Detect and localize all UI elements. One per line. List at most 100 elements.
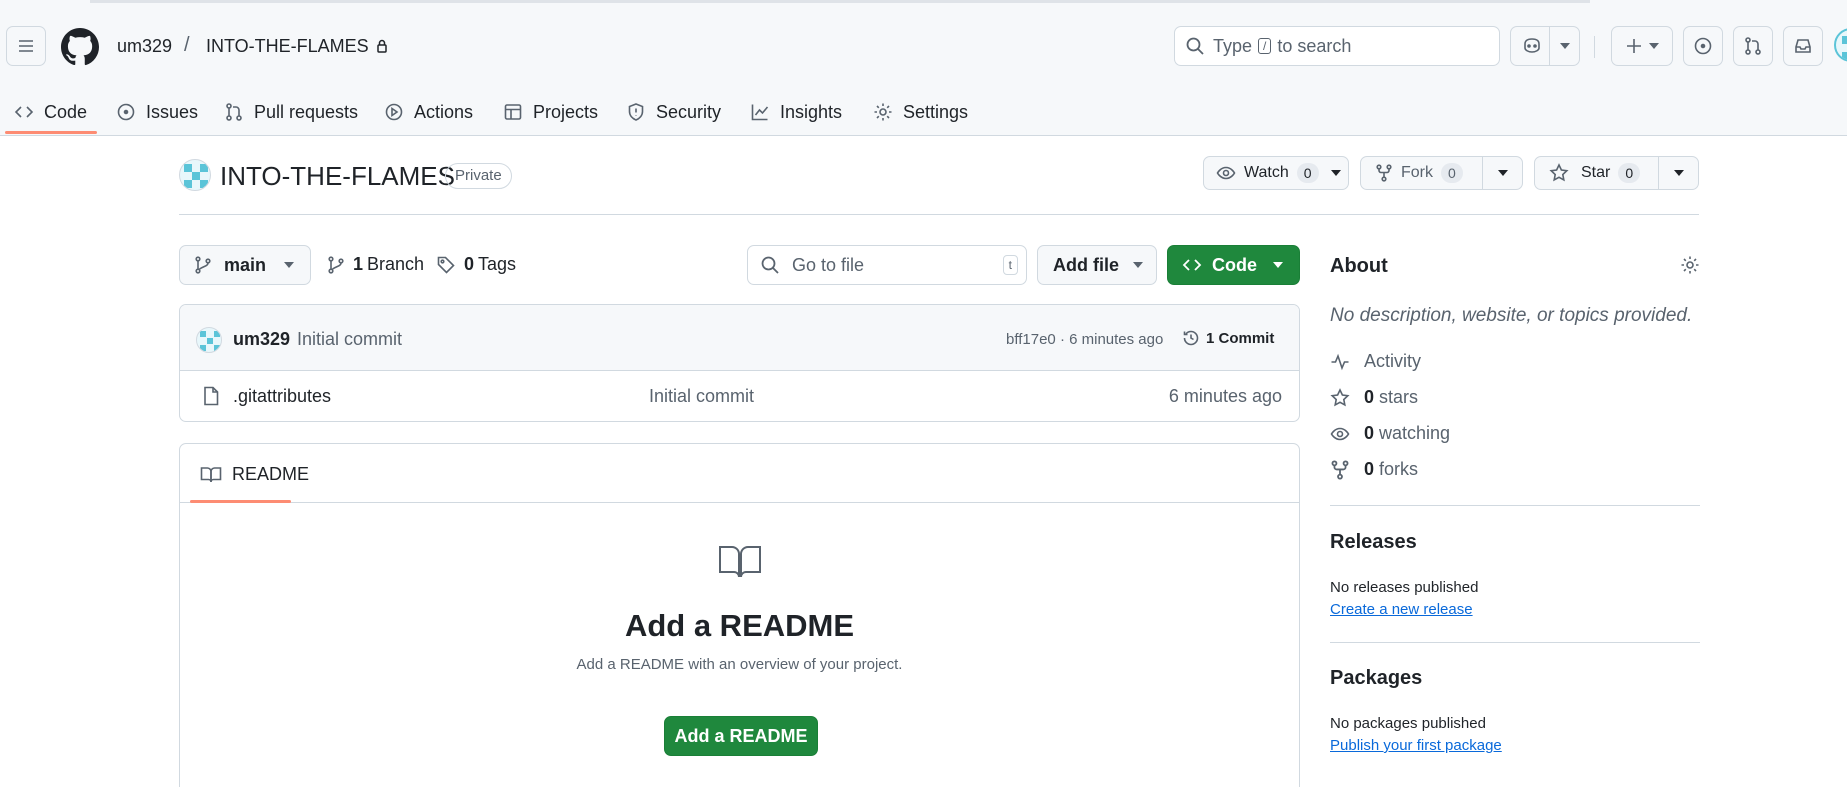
branches-label: Branch xyxy=(367,254,425,274)
github-mark-icon xyxy=(61,28,99,66)
go-to-file-input[interactable]: Go to file t xyxy=(747,245,1027,285)
forks-label: forks xyxy=(1379,459,1419,479)
chevron-down-icon xyxy=(1673,170,1684,176)
user-avatar[interactable] xyxy=(1834,28,1847,62)
code-download-button[interactable]: Code xyxy=(1167,245,1300,285)
star-dropdown-toggle[interactable] xyxy=(1658,157,1698,189)
history-icon xyxy=(1183,330,1199,346)
book-icon xyxy=(719,546,761,578)
breadcrumb-owner[interactable]: um329 xyxy=(117,35,172,57)
issue-icon xyxy=(117,103,135,121)
publish-package-link[interactable]: Publish your first package xyxy=(1330,737,1502,754)
fork-icon xyxy=(1376,164,1392,182)
readme-header: README xyxy=(180,444,1299,503)
tab-security[interactable]: Security xyxy=(626,88,721,136)
commit-author-avatar[interactable] xyxy=(196,327,222,353)
file-name[interactable]: .gitattributes xyxy=(233,386,331,407)
add-readme-button[interactable]: Add a README xyxy=(664,716,818,756)
active-tab-indicator xyxy=(5,131,97,134)
tab-pull-requests[interactable]: Pull requests xyxy=(224,88,358,136)
star-icon xyxy=(1549,163,1569,182)
pull-requests-shortcut-button[interactable] xyxy=(1733,26,1773,66)
commit-message[interactable]: Initial commit xyxy=(297,329,402,350)
eye-icon xyxy=(1216,166,1236,180)
visibility-badge: Private xyxy=(445,163,512,189)
identicon-icon xyxy=(1842,36,1847,60)
tab-projects[interactable]: Projects xyxy=(503,88,598,136)
activity-link[interactable]: Activity xyxy=(1330,351,1421,372)
commit-history-link[interactable]: 1 Commit xyxy=(1182,329,1274,347)
fork-dropdown-toggle[interactable] xyxy=(1482,157,1522,189)
global-search-input[interactable]: Type / to search xyxy=(1174,26,1500,66)
add-file-label: Add file xyxy=(1053,254,1119,275)
tab-insights-label: Insights xyxy=(780,101,843,122)
stars-link[interactable]: 0 stars xyxy=(1330,387,1418,408)
repo-owner-avatar xyxy=(179,159,211,191)
releases-heading[interactable]: Releases xyxy=(1330,531,1417,554)
about-settings-button[interactable] xyxy=(1680,255,1700,275)
create-release-link[interactable]: Create a new release xyxy=(1330,601,1473,618)
breadcrumb-repo[interactable]: INTO-THE-FLAMES xyxy=(206,35,390,57)
forks-count: 0 xyxy=(1364,459,1375,479)
watchers-link[interactable]: 0 watching xyxy=(1330,423,1450,444)
copilot-button[interactable] xyxy=(1510,26,1580,66)
eye-icon xyxy=(1330,427,1350,440)
watch-count: 0 xyxy=(1296,163,1319,183)
copilot-icon xyxy=(1524,38,1540,53)
readme-tab[interactable]: README xyxy=(200,464,309,485)
copilot-dropdown-toggle[interactable] xyxy=(1549,27,1580,65)
tab-actions[interactable]: Actions xyxy=(384,88,473,136)
latest-commit-row: um329 Initial commit bff17e0 · 6 minutes… xyxy=(180,305,1299,371)
tab-settings[interactable]: Settings xyxy=(873,88,968,136)
tags-label: Tags xyxy=(478,254,517,274)
watch-button[interactable]: Watch 0 xyxy=(1203,156,1349,190)
code-icon xyxy=(1182,259,1202,271)
packages-heading[interactable]: Packages xyxy=(1330,667,1422,690)
tags-link[interactable]: 0 Tags xyxy=(436,254,516,275)
tab-issues[interactable]: Issues xyxy=(116,88,198,136)
pulse-icon xyxy=(1331,353,1349,370)
search-placeholder-prefix: Type xyxy=(1213,35,1253,56)
code-button-label: Code xyxy=(1212,254,1257,275)
table-row[interactable]: .gitattributes Initial commit 6 minutes … xyxy=(180,371,1299,421)
shield-icon xyxy=(628,103,644,121)
lock-icon xyxy=(376,39,387,53)
tab-pull-requests-label: Pull requests xyxy=(254,101,359,122)
identicon-icon xyxy=(200,331,220,351)
chevron-down-icon xyxy=(1330,170,1341,176)
commit-author[interactable]: um329 xyxy=(233,329,290,350)
branches-link[interactable]: 1 Branch xyxy=(327,254,424,275)
book-icon xyxy=(718,544,762,580)
tab-security-label: Security xyxy=(656,101,722,122)
chevron-down-icon xyxy=(1133,262,1143,268)
create-new-button[interactable] xyxy=(1611,26,1673,66)
branch-selector[interactable]: main xyxy=(179,245,311,285)
tab-settings-label: Settings xyxy=(903,101,969,122)
github-logo[interactable] xyxy=(61,28,99,66)
add-file-button[interactable]: Add file xyxy=(1037,245,1157,285)
file-browser: um329 Initial commit bff17e0 · 6 minutes… xyxy=(179,304,1300,422)
tab-code[interactable]: Code xyxy=(14,88,87,136)
book-icon xyxy=(200,466,222,482)
repo-tab-bar: Code Issues Pull requests Actions Projec… xyxy=(0,88,1847,136)
readme-tab-indicator xyxy=(190,500,291,503)
issues-shortcut-button[interactable] xyxy=(1683,26,1723,66)
fork-count: 0 xyxy=(1441,163,1463,183)
watching-label: watching xyxy=(1379,423,1451,443)
repo-title[interactable]: INTO-THE-FLAMES xyxy=(220,160,455,192)
inbox-button[interactable] xyxy=(1783,26,1823,66)
file-commit-message[interactable]: Initial commit xyxy=(649,386,754,407)
tab-insights[interactable]: Insights xyxy=(750,88,842,136)
star-button[interactable]: Star 0 xyxy=(1534,156,1699,190)
search-shortcut-key: / xyxy=(1258,38,1272,54)
about-heading: About xyxy=(1330,255,1388,277)
forks-link[interactable]: 0 forks xyxy=(1330,459,1418,480)
plus-icon xyxy=(1627,39,1641,53)
menu-button[interactable] xyxy=(6,26,46,66)
stars-label: stars xyxy=(1379,387,1419,407)
graph-icon xyxy=(751,104,769,121)
fork-label: Fork xyxy=(1401,164,1433,181)
tab-code-label: Code xyxy=(44,101,88,122)
commit-hash-time[interactable]: bff17e0 · 6 minutes ago xyxy=(1006,331,1163,348)
fork-button[interactable]: Fork 0 xyxy=(1360,156,1523,190)
